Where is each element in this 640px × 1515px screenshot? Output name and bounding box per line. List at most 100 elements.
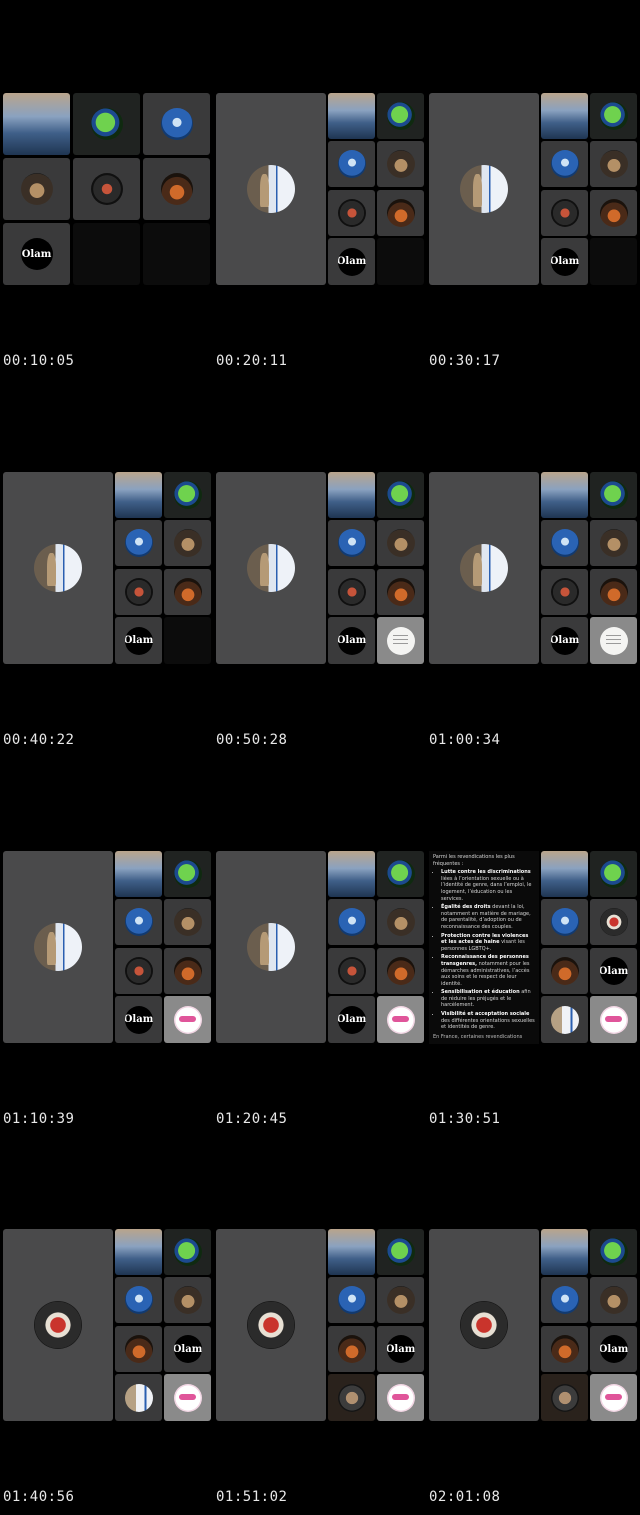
- video-tile: [590, 1374, 637, 1421]
- avatar-blue-logo: [337, 150, 366, 178]
- thumbnail-10[interactable]: Olam 01:40:56: [3, 1229, 211, 1505]
- video-tile: [377, 190, 424, 236]
- video-tile-city: [541, 851, 588, 897]
- avatar-blue-logo: [550, 1286, 579, 1314]
- video-frame: Olam: [3, 851, 211, 1044]
- avatar-green: [386, 1238, 415, 1266]
- video-frame: Olam: [3, 472, 211, 665]
- video-tile-city: [115, 851, 162, 897]
- video-tile: [115, 520, 162, 566]
- video-tile: [115, 1277, 162, 1323]
- avatar-blue-logo: [124, 908, 153, 936]
- video-tile: [115, 899, 162, 945]
- avatar-soldier: [386, 908, 415, 936]
- avatar-olam: Olam: [599, 957, 628, 985]
- document-item-bold: Lutte contre les discriminations: [441, 869, 531, 876]
- video-tile: [541, 141, 588, 187]
- video-tile: [164, 1374, 211, 1421]
- video-tile: [164, 472, 211, 518]
- avatar-cartoon: [247, 1301, 295, 1349]
- video-frame: Olam: [429, 472, 637, 665]
- avatar-blue-logo: [337, 529, 366, 557]
- video-tile-main: [216, 851, 326, 1043]
- avatar-biohazard: [550, 199, 579, 227]
- thumbnail-7[interactable]: Olam 01:10:39: [3, 851, 211, 1127]
- video-tile-main: [429, 472, 539, 664]
- video-tile: Olam: [115, 617, 162, 664]
- timestamp: 01:30:51: [429, 1111, 501, 1127]
- avatar-officer-flag: [460, 544, 508, 592]
- thumbnail-4[interactable]: Olam 00:40:22: [3, 472, 211, 748]
- video-tile: Olam: [590, 948, 637, 994]
- timestamp: 00:40:22: [3, 732, 75, 748]
- avatar-green: [599, 860, 628, 888]
- avatar-tank: [386, 957, 415, 985]
- video-tile-city: [328, 1229, 375, 1275]
- avatar-biohazard: [337, 957, 366, 985]
- video-tile: [541, 520, 588, 566]
- video-tile: Olam: [3, 223, 70, 285]
- avatar-green: [173, 481, 202, 509]
- video-tile: [377, 472, 424, 518]
- video-frame: Olam: [3, 1229, 211, 1422]
- avatar-document: [599, 626, 628, 655]
- video-tile: [115, 1374, 162, 1421]
- document-item-bold: Égalité des droits: [441, 904, 491, 911]
- video-tile: Olam: [164, 1326, 211, 1372]
- thumbnail-3[interactable]: Olam 00:30:17: [429, 93, 637, 369]
- avatar-soldier: [599, 529, 628, 557]
- video-tile-main: [3, 1229, 113, 1421]
- thumbnail-1[interactable]: Olam 00:10:05: [3, 93, 211, 369]
- avatar-biohazard: [90, 173, 123, 205]
- avatar-olam: Olam: [550, 626, 579, 655]
- avatar-tank: [550, 1335, 579, 1363]
- video-tile-main: [3, 472, 113, 664]
- shared-document-panel[interactable]: Parmi les revendications les plus fréque…: [429, 851, 539, 1044]
- video-tile-main: [3, 851, 113, 1043]
- avatar-green: [386, 481, 415, 509]
- video-tile: [3, 158, 70, 220]
- video-tile: [115, 948, 162, 994]
- avatar-officer-flag: [247, 544, 295, 592]
- video-tile: [328, 141, 375, 187]
- avatar-green: [173, 860, 202, 888]
- avatar-tank: [599, 578, 628, 606]
- video-tile-main: [429, 93, 539, 285]
- video-tile-city: [541, 1229, 588, 1275]
- video-tile-city: [3, 93, 70, 155]
- avatar-blue-logo: [550, 150, 579, 178]
- video-tile: [590, 617, 637, 664]
- video-tile: Olam: [541, 238, 588, 285]
- avatar-tank: [124, 1335, 153, 1363]
- avatar-blue-logo: [124, 1286, 153, 1314]
- avatar-tank: [599, 199, 628, 227]
- document-item: Égalité des droits devant la loi, notamm…: [441, 904, 535, 930]
- video-tile: [164, 1277, 211, 1323]
- video-tile: [541, 1326, 588, 1372]
- document-item-bold: Sensibilisation et éducation: [441, 989, 520, 996]
- avatar-green: [599, 481, 628, 509]
- video-tile: [590, 472, 637, 518]
- video-tile: [590, 190, 637, 236]
- video-tile: [377, 1277, 424, 1323]
- avatar-soldier: [599, 1286, 628, 1314]
- video-tile: [377, 141, 424, 187]
- thumbnail-12[interactable]: Olam 02:01:08: [429, 1229, 637, 1505]
- thumbnail-11[interactable]: Olam 01:51:02: [216, 1229, 424, 1505]
- video-frame: Olam: [429, 1229, 637, 1422]
- video-tile: [164, 948, 211, 994]
- avatar-olam: Olam: [124, 1005, 153, 1034]
- thumbnail-6[interactable]: Olam 01:00:34: [429, 472, 637, 748]
- video-tile: [115, 1326, 162, 1372]
- avatar-soldier: [173, 908, 202, 936]
- thumbnail-5[interactable]: Olam 00:50:28: [216, 472, 424, 748]
- video-tile: [377, 948, 424, 994]
- avatar-officer-flag: [34, 923, 82, 971]
- video-frame: Olam: [216, 851, 424, 1044]
- thumbnail-2[interactable]: Olam 00:20:11: [216, 93, 424, 369]
- avatar-officer-flag: [247, 165, 295, 213]
- thumbnail-9[interactable]: Parmi les revendications les plus fréque…: [429, 851, 637, 1127]
- thumbnail-8[interactable]: Olam 01:20:45: [216, 851, 424, 1127]
- avatar-biohazard: [337, 578, 366, 606]
- video-tile: [328, 190, 375, 236]
